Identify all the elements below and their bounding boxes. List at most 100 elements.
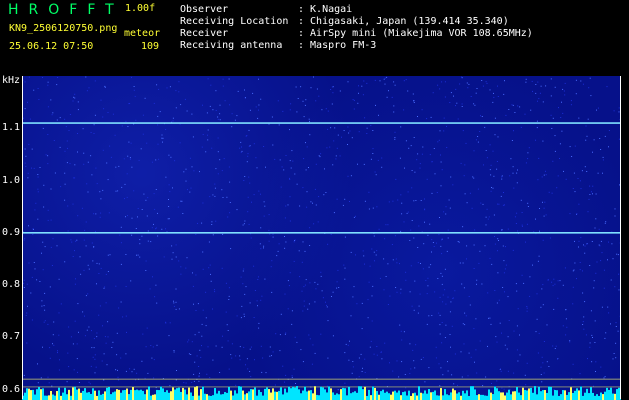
noise-speck [487,218,489,220]
noise-speck [51,385,53,387]
bottom-band-bar [268,389,270,400]
noise-speck [120,357,122,359]
noise-speck [94,358,96,360]
noise-speck [540,374,542,375]
noise-speck [493,96,495,98]
noise-speck [155,227,157,229]
noise-speck [413,102,415,103]
noise-speck [489,89,491,91]
noise-speck [68,130,70,131]
noise-speck [212,194,214,196]
noise-speck [575,93,577,95]
noise-speck [83,239,85,241]
bottom-band-bar [460,395,462,400]
noise-speck [168,184,170,186]
noise-speck [221,346,223,348]
bottom-band-bar [538,386,540,400]
noise-speck [525,241,526,243]
noise-speck [291,376,293,378]
noise-speck [521,225,523,227]
bottom-band-bar [26,388,28,400]
noise-speck [353,99,355,101]
noise-speck [420,263,421,264]
bottom-band-bar [446,394,448,400]
noise-speck [547,279,549,281]
noise-speck [133,86,135,87]
noise-speck [69,163,71,165]
noise-speck [331,296,332,297]
noise-speck [539,92,541,94]
noise-speck [428,315,430,317]
noise-speck [130,142,132,144]
noise-speck [217,151,219,153]
noise-speck [302,310,304,312]
noise-speck [180,273,182,275]
noise-speck [570,104,572,106]
noise-speck [107,112,109,113]
bottom-band-bar [318,395,320,400]
noise-speck [326,304,327,306]
noise-speck [121,125,123,127]
noise-speck [28,143,30,145]
noise-speck [583,244,584,246]
noise-speck [554,86,556,88]
noise-speck [49,347,51,349]
noise-speck [118,307,120,309]
noise-speck [309,282,311,284]
noise-speck [493,175,495,177]
bottom-band-bar [198,395,200,400]
noise-speck [593,385,594,387]
noise-speck [399,324,401,326]
bottom-band-bar [338,394,340,400]
noise-speck [498,203,500,205]
noise-speck [407,90,409,92]
noise-speck [64,150,66,152]
bottom-band-bar [114,391,116,400]
header-panel: HROFFT 1.00f KN9_2506120750.png meteor 2… [0,0,629,76]
bottom-band-bar [232,395,234,400]
bottom-band-bar [614,393,616,400]
noise-speck [248,223,250,225]
noise-speck [188,339,190,341]
noise-speck [24,162,26,164]
noise-speck [371,295,373,297]
noise-speck [212,359,214,361]
bottom-band-bar [28,388,30,400]
noise-speck [153,223,154,225]
noise-speck [542,101,544,103]
noise-speck [91,174,93,176]
noise-speck [260,193,261,195]
noise-speck [34,268,36,270]
bottom-band-bar [556,390,558,400]
noise-speck [249,348,251,350]
noise-speck [395,258,397,260]
noise-speck [289,177,290,179]
noise-speck [564,94,566,96]
noise-speck [461,283,463,285]
noise-speck [548,366,550,367]
noise-speck [420,200,422,201]
noise-speck [146,142,148,144]
noise-speck [151,357,153,359]
bottom-band-bar [486,395,488,400]
noise-speck [64,199,66,201]
noise-speck [517,360,519,362]
noise-speck [505,264,507,266]
noise-speck [85,221,87,223]
noise-speck [462,226,464,228]
noise-speck [44,246,46,248]
noise-speck [531,80,533,82]
bottom-band-bar [146,389,148,400]
bottom-band-bar [574,390,576,400]
noise-speck [79,256,81,258]
noise-speck [410,145,412,147]
noise-speck [608,241,609,243]
noise-speck [27,172,29,174]
noise-speck [602,159,604,161]
noise-speck [556,187,558,189]
noise-speck [335,155,337,157]
noise-speck [100,99,102,101]
noise-speck [469,304,471,306]
noise-speck [600,149,602,150]
noise-speck [214,289,215,291]
